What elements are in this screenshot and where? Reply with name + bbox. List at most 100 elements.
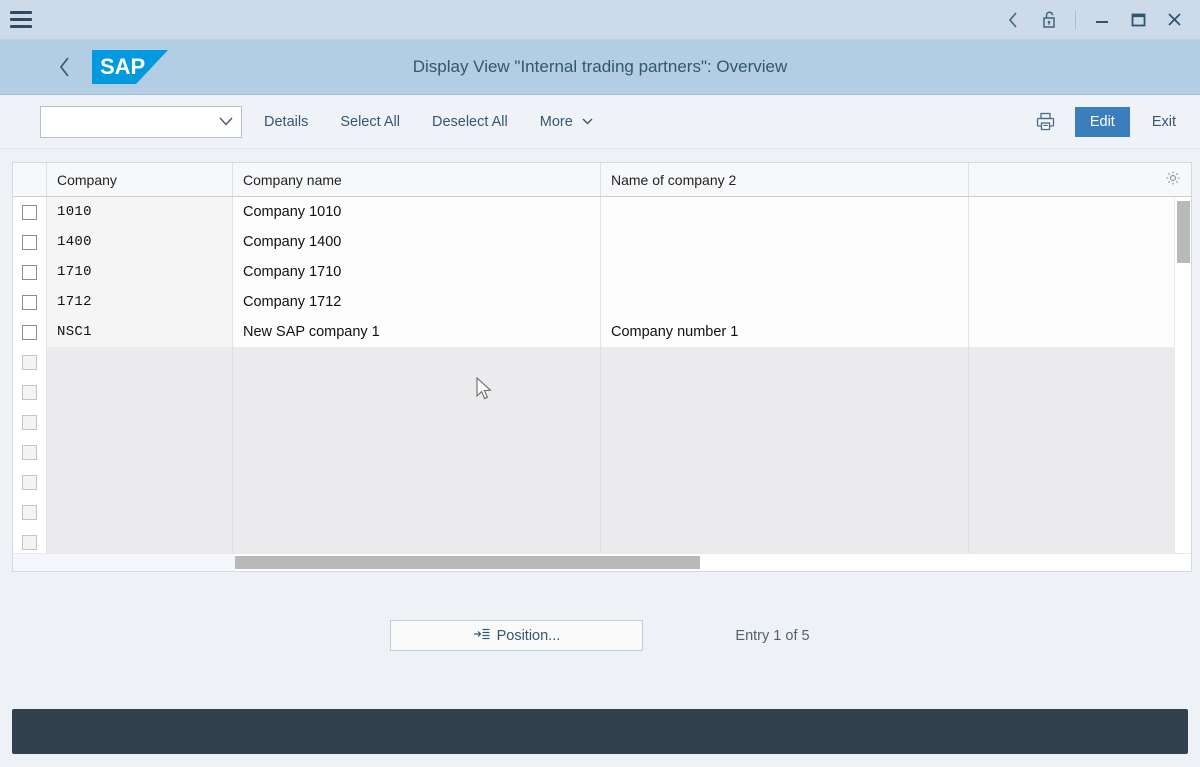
cell-name-of-company-2[interactable] xyxy=(601,377,969,407)
cell-spare[interactable] xyxy=(969,497,1191,527)
cell-company-name[interactable] xyxy=(233,437,601,467)
cell-name-of-company-2[interactable] xyxy=(601,437,969,467)
cell-name-of-company-2[interactable] xyxy=(601,287,969,317)
table-row[interactable] xyxy=(13,377,1191,407)
row-checkbox[interactable] xyxy=(22,204,37,220)
cell-name-of-company-2[interactable] xyxy=(601,497,969,527)
cell-company[interactable] xyxy=(47,437,233,467)
column-header-company[interactable]: Company xyxy=(47,163,233,196)
cell-spare[interactable] xyxy=(969,347,1191,377)
cell-spare[interactable] xyxy=(969,257,1191,287)
cell-company-name[interactable]: Company 1710 xyxy=(233,257,601,287)
select-all-column-header[interactable] xyxy=(13,163,47,196)
cell-company[interactable] xyxy=(47,467,233,497)
row-checkbox[interactable] xyxy=(22,234,37,250)
cell-name-of-company-2[interactable] xyxy=(601,257,969,287)
cell-company[interactable] xyxy=(47,377,233,407)
table-row[interactable] xyxy=(13,347,1191,377)
row-checkbox[interactable] xyxy=(22,324,37,340)
table-vertical-scrollbar[interactable] xyxy=(1174,197,1191,553)
table-row[interactable] xyxy=(13,437,1191,467)
cell-name-of-company-2[interactable] xyxy=(601,527,969,553)
cell-name-of-company-2[interactable] xyxy=(601,197,969,227)
cell-spare[interactable] xyxy=(969,197,1191,227)
cell-spare[interactable] xyxy=(969,287,1191,317)
window-back-icon[interactable] xyxy=(997,5,1029,35)
column-header-company-name[interactable]: Company name xyxy=(233,163,601,196)
position-button[interactable]: Position... xyxy=(390,620,644,651)
cell-company[interactable]: NSC1 xyxy=(47,317,233,347)
cell-spare[interactable] xyxy=(969,227,1191,257)
cell-name-of-company-2[interactable]: Company number 1 xyxy=(601,317,969,347)
deselect-all-button[interactable]: Deselect All xyxy=(422,108,518,136)
cell-company[interactable] xyxy=(47,527,233,553)
table-row[interactable]: 1010 Company 1010 xyxy=(13,197,1191,227)
cell-spare[interactable] xyxy=(969,467,1191,497)
details-button[interactable]: Details xyxy=(254,108,318,136)
select-all-button[interactable]: Select All xyxy=(330,108,410,136)
row-checkbox[interactable] xyxy=(22,294,37,310)
variant-select[interactable] xyxy=(40,105,242,138)
row-checkbox[interactable] xyxy=(22,414,37,430)
gear-icon[interactable] xyxy=(1165,170,1181,189)
row-select-cell xyxy=(13,317,47,347)
printer-icon[interactable] xyxy=(1029,106,1063,138)
cell-company[interactable]: 1712 xyxy=(47,287,233,317)
cell-spare[interactable] xyxy=(969,407,1191,437)
cell-spare[interactable] xyxy=(969,437,1191,467)
cell-company[interactable]: 1710 xyxy=(47,257,233,287)
cell-company-name[interactable] xyxy=(233,347,601,377)
minimize-icon[interactable] xyxy=(1086,5,1118,35)
column-header-name-of-company-2[interactable]: Name of company 2 xyxy=(601,163,969,196)
row-checkbox[interactable] xyxy=(22,384,37,400)
row-checkbox[interactable] xyxy=(22,264,37,280)
cell-spare[interactable] xyxy=(969,527,1191,553)
cell-company[interactable]: 1400 xyxy=(47,227,233,257)
table-horizontal-scrollbar[interactable] xyxy=(13,553,1191,571)
row-checkbox[interactable] xyxy=(22,474,37,490)
cell-company-name[interactable]: Company 1712 xyxy=(233,287,601,317)
row-checkbox[interactable] xyxy=(22,504,37,520)
more-button[interactable]: More xyxy=(530,108,603,136)
cell-company-name[interactable]: Company 1400 xyxy=(233,227,601,257)
edit-button[interactable]: Edit xyxy=(1074,106,1130,137)
page-title: Display View "Internal trading partners"… xyxy=(412,57,788,76)
cell-name-of-company-2[interactable] xyxy=(601,407,969,437)
cell-company[interactable] xyxy=(47,407,233,437)
hamburger-icon[interactable] xyxy=(8,7,34,33)
row-checkbox[interactable] xyxy=(22,354,37,370)
table-row[interactable] xyxy=(13,467,1191,497)
back-navigation-icon[interactable] xyxy=(42,47,88,87)
row-checkbox[interactable] xyxy=(22,444,37,460)
unlock-icon[interactable] xyxy=(1033,5,1065,35)
table-row[interactable]: 1400 Company 1400 xyxy=(13,227,1191,257)
table-row[interactable]: NSC1 New SAP company 1 Company number 1 xyxy=(13,317,1191,347)
cell-company[interactable] xyxy=(47,347,233,377)
cell-company-name[interactable] xyxy=(233,467,601,497)
close-icon[interactable] xyxy=(1158,5,1190,35)
cell-company-name[interactable] xyxy=(233,377,601,407)
row-checkbox[interactable] xyxy=(22,534,37,550)
horizontal-scrollbar-thumb[interactable] xyxy=(235,556,700,569)
table-row[interactable]: 1712 Company 1712 xyxy=(13,287,1191,317)
maximize-icon[interactable] xyxy=(1122,5,1154,35)
vertical-scrollbar-thumb[interactable] xyxy=(1177,201,1190,263)
cell-name-of-company-2[interactable] xyxy=(601,347,969,377)
table-row[interactable] xyxy=(13,497,1191,527)
cell-spare[interactable] xyxy=(969,317,1191,347)
cell-spare[interactable] xyxy=(969,377,1191,407)
cell-company-name[interactable] xyxy=(233,407,601,437)
cell-company[interactable] xyxy=(47,497,233,527)
exit-button[interactable]: Exit xyxy=(1140,107,1188,137)
table-row[interactable] xyxy=(13,407,1191,437)
cell-company[interactable]: 1010 xyxy=(47,197,233,227)
cell-company-name[interactable]: Company 1010 xyxy=(233,197,601,227)
cell-name-of-company-2[interactable] xyxy=(601,227,969,257)
cell-name-of-company-2[interactable] xyxy=(601,467,969,497)
cell-company-name[interactable]: New SAP company 1 xyxy=(233,317,601,347)
cell-company-name[interactable] xyxy=(233,527,601,553)
table-row[interactable]: 1710 Company 1710 xyxy=(13,257,1191,287)
table-row[interactable] xyxy=(13,527,1191,553)
window-title-bar xyxy=(0,0,1200,40)
cell-company-name[interactable] xyxy=(233,497,601,527)
